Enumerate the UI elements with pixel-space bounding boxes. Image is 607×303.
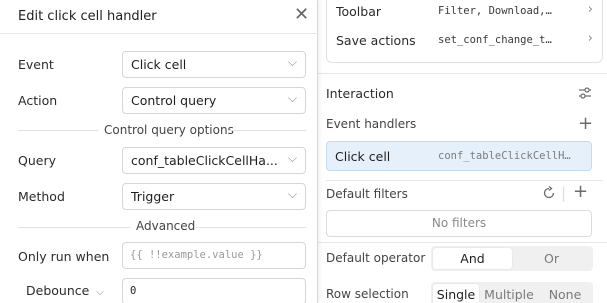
query-select[interactable]: conf_tableClickCellHa... ⌵ [122, 147, 306, 174]
divider-line [196, 227, 306, 228]
add-icon[interactable]: + [573, 183, 588, 201]
row-selection-label: Row selection [326, 287, 409, 301]
inspector-panel: Toolbar Filter, Download,… › Save action… [318, 0, 607, 303]
event-select[interactable]: Click cell ⌵ [122, 51, 306, 78]
event-handler-label: Click cell [335, 149, 391, 164]
row-selection-none-option[interactable]: None [539, 284, 591, 303]
toolbar-settings-card: Toolbar Filter, Download,… › Save action… [326, 0, 603, 63]
debounce-input[interactable]: 0 [122, 278, 306, 303]
operator-or-option[interactable]: Or [512, 248, 591, 269]
chevron-down-icon: ⌵ [287, 91, 297, 105]
modal-title: Edit click cell handler [18, 9, 157, 24]
method-select[interactable]: Trigger ⌵ [122, 183, 306, 210]
query-label: Query [18, 153, 56, 168]
reset-icon[interactable] [542, 185, 556, 203]
chevron-down-icon: ⌵ [287, 187, 297, 201]
interaction-title: Interaction [326, 86, 394, 101]
close-icon[interactable]: ✕ [294, 4, 309, 25]
settings-sliders-icon[interactable] [578, 86, 592, 103]
section-divider [318, 242, 607, 243]
default-filters-title: Default filters [326, 187, 408, 201]
toolbar-row[interactable]: Toolbar Filter, Download,… › [327, 0, 604, 26]
row-selection-toggle: Single Multiple None [431, 282, 593, 303]
debounce-label-text: Debounce [26, 283, 90, 298]
row-selection-multiple-option[interactable]: Multiple [479, 284, 539, 303]
event-handler-item[interactable]: Click cell conf_tableClickCellH… [326, 141, 592, 171]
divider-line [18, 130, 98, 131]
only-run-when-placeholder: {{ !!example.value }} [130, 249, 263, 261]
operator-and-option[interactable]: And [433, 248, 512, 269]
save-actions-value: set_conf_change_t… [438, 34, 552, 46]
save-actions-label: Save actions [336, 33, 416, 48]
add-icon[interactable]: + [578, 115, 593, 133]
chevron-down-icon: ⌵ [287, 151, 297, 165]
action-label: Action [18, 93, 58, 108]
debounce-label[interactable]: Debounce ⌵ [26, 283, 104, 298]
chevron-down-icon: ⌵ [287, 55, 297, 69]
default-operator-label: Default operator [326, 251, 426, 265]
section-divider [318, 73, 607, 74]
debounce-value: 0 [130, 285, 137, 297]
divider-line: | [561, 184, 567, 202]
only-run-when-label: Only run when [18, 249, 110, 264]
section-divider [326, 180, 603, 181]
method-label: Method [18, 189, 65, 204]
row-selection-single-option[interactable]: Single [433, 284, 479, 303]
chevron-right-icon: › [587, 2, 593, 17]
event-handlers-title: Event handlers [326, 117, 417, 131]
event-select-value: Click cell [131, 57, 187, 72]
only-run-when-input[interactable]: {{ !!example.value }} [122, 242, 306, 269]
divider-line [18, 227, 130, 228]
no-filters-box: No filters [326, 210, 592, 237]
edit-handler-modal: Edit click cell handler ✕ Event Click ce… [0, 0, 318, 303]
event-handler-value: conf_tableClickCellH… [438, 150, 571, 162]
chevron-right-icon: › [587, 31, 593, 46]
action-select[interactable]: Control query ⌵ [122, 87, 306, 114]
default-operator-toggle: And Or [431, 246, 593, 271]
advanced-label: Advanced [136, 219, 196, 233]
toolbar-value: Filter, Download,… [438, 5, 552, 17]
save-actions-row[interactable]: Save actions set_conf_change_t… › [327, 27, 604, 55]
control-query-options-label: Control query options [104, 123, 234, 137]
event-label: Event [18, 57, 54, 72]
toolbar-label: Toolbar [336, 4, 382, 19]
chevron-down-icon: ⌵ [96, 287, 104, 298]
action-select-value: Control query [131, 93, 217, 108]
query-select-value: conf_tableClickCellHa... [131, 153, 278, 168]
modal-header: Edit click cell handler ✕ [0, 0, 318, 34]
divider-line [228, 130, 306, 131]
method-select-value: Trigger [131, 189, 175, 204]
